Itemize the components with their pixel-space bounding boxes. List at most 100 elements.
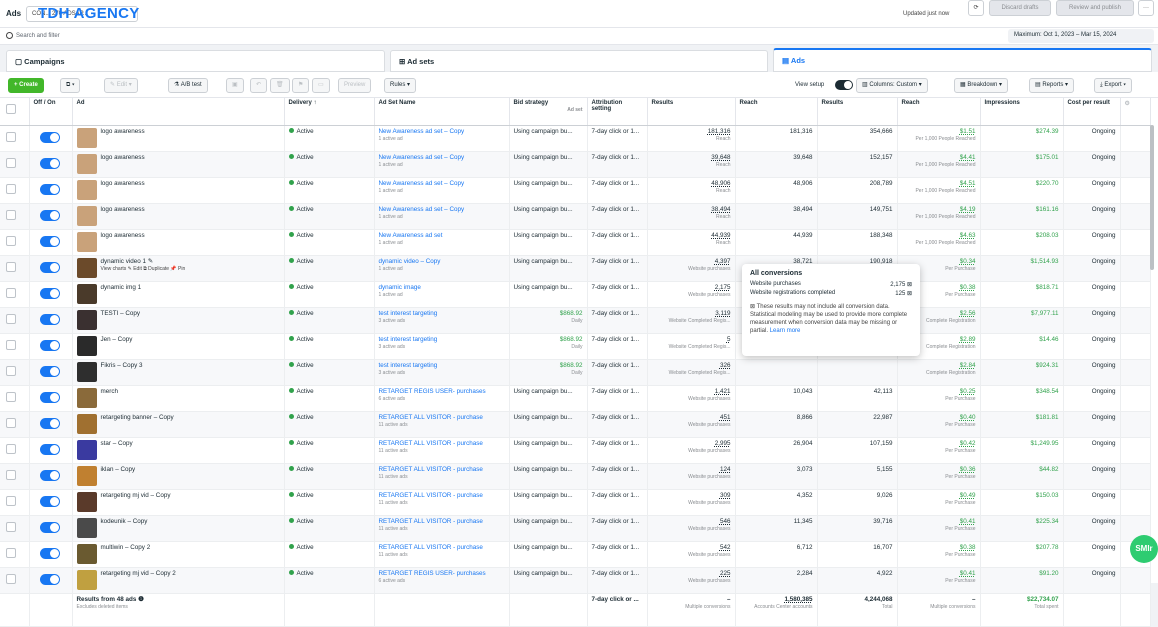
results-cell[interactable]: 48,906 Reach — [647, 177, 736, 204]
ad-cell[interactable]: Jen – Copy — [72, 333, 285, 360]
row-select[interactable] — [0, 203, 30, 230]
row-checkbox[interactable] — [6, 287, 16, 298]
row-toggle-cell[interactable] — [29, 255, 73, 282]
adset-link[interactable]: dynamic video – Copy — [379, 258, 441, 265]
ab-test-button[interactable]: ⚗ A/B test — [168, 78, 208, 93]
results-cell[interactable]: 1,421 Website purchases — [647, 385, 736, 412]
table-row[interactable]: kodeunik – Copy Active RETARGET ALL VISITO… — [0, 515, 1151, 542]
row-select[interactable] — [0, 229, 30, 256]
table-row[interactable]: Fikris – Copy 3 Active test interest targe… — [0, 359, 1151, 386]
row-select[interactable] — [0, 333, 30, 360]
ad-cell[interactable]: iklan – Copy — [72, 463, 285, 490]
preview-button[interactable]: Preview — [338, 78, 372, 93]
results-cell[interactable]: 3,119 Website Completed Regis... — [647, 307, 736, 334]
row-checkbox[interactable] — [6, 521, 16, 532]
row-select[interactable] — [0, 437, 30, 464]
ad-cell[interactable]: kodeunik – Copy — [72, 515, 285, 542]
table-row[interactable]: logo awareness Active New Awareness ad set… — [0, 125, 1151, 152]
adset-cell[interactable]: RETARGET ALL VISITOR - purchase 11 active… — [374, 489, 510, 516]
row-select[interactable] — [0, 489, 30, 516]
adset-link[interactable]: RETARGET ALL VISITOR - purchase — [379, 492, 483, 499]
results-value[interactable]: 44,939 — [711, 232, 730, 239]
results-cell[interactable]: 451 Website purchases — [647, 411, 736, 438]
results-cell[interactable]: 5 Website Completed Regis... — [647, 333, 736, 360]
row-checkbox[interactable] — [6, 183, 16, 194]
row-select[interactable] — [0, 255, 30, 282]
ad-name[interactable]: kodeunik – Copy — [101, 518, 148, 525]
ad-name[interactable]: Jen – Copy — [101, 336, 133, 343]
header-bid-strategy[interactable]: Bid strategy Ad set — [509, 98, 588, 126]
results-value[interactable]: 546 — [720, 518, 731, 525]
row-checkbox[interactable] — [6, 469, 16, 480]
adset-link[interactable]: test interest targeting — [379, 336, 438, 343]
ad-cell[interactable]: multiwin – Copy 2 — [72, 541, 285, 568]
adset-cell[interactable]: RETARGET ALL VISITOR - purchase 11 active… — [374, 463, 510, 490]
results-value[interactable]: 124 — [720, 466, 731, 473]
row-select[interactable] — [0, 411, 30, 438]
header-impressions[interactable]: Impressions — [980, 98, 1064, 126]
on-off-toggle[interactable] — [39, 391, 60, 403]
on-off-toggle[interactable] — [39, 157, 60, 169]
row-toggle-cell[interactable] — [29, 177, 73, 204]
ad-name[interactable]: retargeting mj vid – Copy 2 — [101, 570, 176, 577]
results-cell[interactable]: 225 Website purchases — [647, 567, 736, 594]
table-row[interactable]: iklan – Copy Active RETARGET ALL VISITOR -… — [0, 463, 1151, 490]
results-cell[interactable]: 38,494 Reach — [647, 203, 736, 230]
row-checkbox[interactable] — [6, 573, 16, 584]
duplicate-icon[interactable]: ⧉ ▾ — [60, 78, 81, 93]
edit-button[interactable]: ✎ Edit ▾ — [104, 78, 138, 93]
results-value[interactable]: 39,648 — [711, 154, 730, 161]
row-toggle-cell[interactable] — [29, 333, 73, 360]
table-row[interactable]: logo awareness Active New Awareness ad set… — [0, 229, 1151, 256]
row-select[interactable] — [0, 385, 30, 412]
adset-cell[interactable]: New Awareness ad set – Copy 1 active ad — [374, 203, 510, 230]
ad-cell[interactable]: TESTI – Copy — [72, 307, 285, 334]
adset-link[interactable]: RETARGET ALL VISITOR - purchase — [379, 518, 483, 525]
adset-link[interactable]: New Awareness ad set – Copy — [379, 154, 465, 161]
on-off-toggle[interactable] — [39, 547, 60, 559]
row-toggle-cell[interactable] — [29, 567, 73, 594]
results-cell[interactable]: 181,316 Reach — [647, 125, 736, 152]
header-results-2[interactable]: Results — [817, 98, 898, 126]
review-publish-button[interactable]: Review and publish — [1056, 0, 1134, 16]
results-cell[interactable]: 542 Website purchases — [647, 541, 736, 568]
vertical-scrollbar[interactable] — [1150, 125, 1154, 270]
ad-name[interactable]: Fikris – Copy 3 — [101, 362, 143, 369]
ad-row-actions[interactable]: View charts ✎ Edit ⧉ Duplicate 📌 Pin — [101, 266, 186, 272]
on-off-toggle[interactable] — [39, 235, 60, 247]
header-delivery[interactable]: Delivery ↑ — [284, 98, 375, 126]
results-cell[interactable]: 39,648 Reach — [647, 151, 736, 178]
row-toggle-cell[interactable] — [29, 359, 73, 386]
adset-link[interactable]: New Awareness ad set – Copy — [379, 206, 465, 213]
tab-ads[interactable]: ▤ Ads — [773, 48, 1152, 72]
ad-cell[interactable]: logo awareness — [72, 177, 285, 204]
header-off-on[interactable]: Off / On — [29, 98, 73, 126]
ad-cell[interactable]: logo awareness — [72, 203, 285, 230]
on-off-toggle[interactable] — [39, 495, 60, 507]
row-checkbox[interactable] — [6, 495, 16, 506]
ad-name[interactable]: logo awareness — [101, 180, 145, 187]
row-toggle-cell[interactable] — [29, 437, 73, 464]
row-select[interactable] — [0, 177, 30, 204]
table-row[interactable]: multiwin – Copy 2 Active RETARGET ALL VISI… — [0, 541, 1151, 568]
results-value[interactable]: 1,421 — [715, 388, 731, 395]
ad-name[interactable]: logo awareness — [101, 128, 145, 135]
row-select[interactable] — [0, 307, 30, 334]
header-ad[interactable]: Ad — [72, 98, 285, 126]
row-checkbox[interactable] — [6, 417, 16, 428]
header-cost-per-result[interactable]: Cost per result — [1063, 98, 1121, 126]
table-row[interactable]: retargeting mj vid – Copy Active RETARGET … — [0, 489, 1151, 516]
ad-cell[interactable]: logo awareness — [72, 151, 285, 178]
adset-cell[interactable]: RETARGET REGIS USER- purchases 6 active a… — [374, 385, 510, 412]
on-off-toggle[interactable] — [39, 209, 60, 221]
refresh-icon[interactable]: ⟳ — [968, 0, 984, 16]
on-off-toggle[interactable] — [39, 287, 60, 299]
row-toggle-cell[interactable] — [29, 385, 73, 412]
ad-cell[interactable]: merch — [72, 385, 285, 412]
row-toggle-cell[interactable] — [29, 203, 73, 230]
ad-name[interactable]: logo awareness — [101, 232, 145, 239]
row-checkbox[interactable] — [6, 339, 16, 350]
adset-link[interactable]: New Awareness ad set — [379, 232, 443, 239]
header-results[interactable]: Results — [647, 98, 736, 126]
row-select[interactable] — [0, 359, 30, 386]
